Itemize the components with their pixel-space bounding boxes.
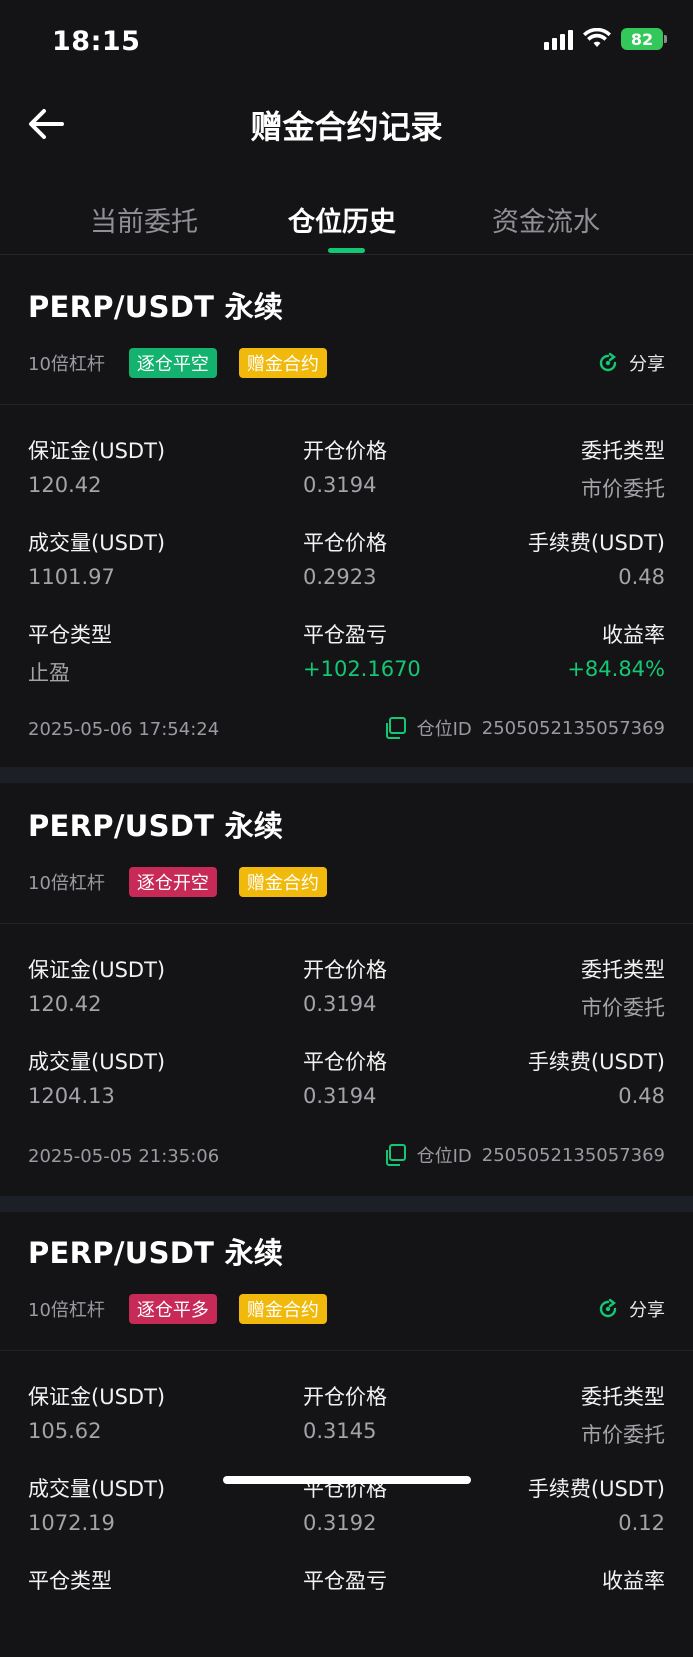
fee-value: 0.12	[618, 1511, 665, 1535]
leverage-label: 10倍杠杆	[28, 354, 105, 375]
margin-label: 保证金(USDT)	[28, 1385, 166, 1409]
card-separator	[0, 1196, 693, 1212]
order-type-label: 委托类型	[581, 439, 665, 463]
fee-label: 手续费(USDT)	[527, 531, 665, 555]
roi-label: 收益率	[602, 623, 665, 647]
active-tab-indicator	[328, 248, 365, 253]
pnl-value: +102.1670	[303, 657, 421, 681]
position-id: 2505052135057369	[481, 717, 665, 739]
fee-value: 0.48	[618, 1084, 665, 1108]
margin-value: 105.62	[28, 1419, 102, 1443]
wifi-icon	[583, 28, 611, 47]
fee-value: 0.48	[618, 565, 665, 589]
close-type-value: 止盈	[28, 661, 70, 685]
position-record: PERP/USDT 永续 10倍杠杆 逐仓平空 赠金合约 分享 保证金(USDT…	[0, 256, 693, 767]
close-price-value: 0.3192	[303, 1511, 377, 1535]
order-type-value: 市价委托	[581, 1423, 665, 1447]
roi-value: +84.84%	[567, 657, 665, 681]
side-tag: 逐仓开空	[128, 867, 217, 897]
margin-value: 120.42	[28, 473, 102, 497]
margin-label: 保证金(USDT)	[28, 439, 166, 463]
share-button[interactable]: 分享	[597, 1296, 665, 1322]
pair-title: PERP/USDT 永续	[28, 290, 284, 324]
volume-value: 1101.97	[28, 565, 115, 589]
open-price-value: 0.3145	[303, 1419, 377, 1443]
tab-position-history[interactable]: 仓位历史	[288, 200, 396, 239]
volume-label: 成交量(USDT)	[28, 1050, 166, 1074]
pnl-label: 平仓盈亏	[303, 1569, 387, 1593]
open-price-value: 0.3194	[303, 473, 377, 497]
volume-value: 1072.19	[28, 1511, 115, 1535]
close-type-label: 平仓类型	[28, 623, 112, 647]
battery-level: 82	[630, 29, 654, 49]
share-icon	[599, 1298, 617, 1318]
home-indicator[interactable]	[223, 1476, 471, 1484]
copy-position-id-button[interactable]: 仓位ID 2505052135057369	[383, 715, 665, 741]
bonus-tag: 赠金合约	[238, 867, 327, 897]
order-type-label: 委托类型	[581, 958, 665, 982]
volume-value: 1204.13	[28, 1084, 115, 1108]
open-price-value: 0.3194	[303, 992, 377, 1016]
records-list: PERP/USDT 永续 10倍杠杆 逐仓平空 赠金合约 分享 保证金(USDT…	[0, 256, 693, 1657]
share-button[interactable]: 分享	[597, 350, 665, 376]
pair-title: PERP/USDT 永续	[28, 1236, 284, 1270]
copy-position-id-button[interactable]: 仓位ID 2505052135057369	[383, 1142, 665, 1168]
copy-icon	[385, 1144, 406, 1166]
order-type-label: 委托类型	[581, 1385, 665, 1409]
fee-label: 手续费(USDT)	[527, 1050, 665, 1074]
position-id-prefix: 仓位ID	[416, 719, 472, 740]
close-price-value: 0.2923	[303, 565, 377, 589]
volume-label: 成交量(USDT)	[28, 531, 166, 555]
tab-bar: 当前委托 仓位历史 资金流水	[0, 180, 693, 255]
side-tag: 逐仓平空	[128, 348, 217, 378]
volume-label: 成交量(USDT)	[28, 1477, 166, 1501]
cellular-signal-icon	[544, 28, 573, 50]
fee-label: 手续费(USDT)	[527, 1477, 665, 1501]
copy-icon	[385, 717, 406, 739]
open-price-label: 开仓价格	[303, 958, 387, 982]
position-record: PERP/USDT 永续 10倍杠杆 逐仓开空 赠金合约 保证金(USDT) 12…	[0, 783, 693, 1196]
bonus-tag: 赠金合约	[238, 348, 327, 378]
page-title: 赠金合约记录	[250, 108, 443, 146]
order-type-value: 市价委托	[581, 996, 665, 1020]
margin-label: 保证金(USDT)	[28, 958, 166, 982]
position-id-prefix: 仓位ID	[416, 1146, 472, 1167]
margin-value: 120.42	[28, 992, 102, 1016]
record-time: 2025-05-05 21:35:06	[28, 1146, 220, 1167]
close-price-label: 平仓价格	[303, 1050, 387, 1074]
order-type-value: 市价委托	[581, 477, 665, 501]
tab-current-orders[interactable]: 当前委托	[90, 200, 198, 239]
record-time: 2025-05-06 17:54:24	[28, 719, 220, 740]
leverage-label: 10倍杠杆	[28, 873, 105, 894]
open-price-label: 开仓价格	[303, 1385, 387, 1409]
close-type-label: 平仓类型	[28, 1569, 112, 1593]
share-label: 分享	[629, 354, 665, 375]
side-tag: 逐仓平多	[128, 1294, 217, 1324]
page-header: 赠金合约记录	[0, 84, 693, 164]
close-price-value: 0.3194	[303, 1084, 377, 1108]
pair-title: PERP/USDT 永续	[28, 809, 284, 843]
battery-icon: 82	[621, 28, 667, 50]
status-icons: 82	[544, 28, 667, 50]
position-id: 2505052135057369	[481, 1144, 665, 1166]
card-separator	[0, 767, 693, 783]
pnl-label: 平仓盈亏	[303, 623, 387, 647]
status-time: 18:15	[52, 26, 141, 57]
close-price-label: 平仓价格	[303, 531, 387, 555]
status-bar: 18:15 82	[0, 0, 693, 84]
tab-fund-flow[interactable]: 资金流水	[492, 200, 600, 239]
bonus-tag: 赠金合约	[238, 1294, 327, 1324]
share-icon	[599, 352, 617, 372]
share-label: 分享	[629, 1300, 665, 1321]
leverage-label: 10倍杠杆	[28, 1300, 105, 1321]
position-record: PERP/USDT 永续 10倍杠杆 逐仓平多 赠金合约 分享 保证金(USDT…	[0, 1212, 693, 1657]
roi-label: 收益率	[602, 1569, 665, 1593]
open-price-label: 开仓价格	[303, 439, 387, 463]
